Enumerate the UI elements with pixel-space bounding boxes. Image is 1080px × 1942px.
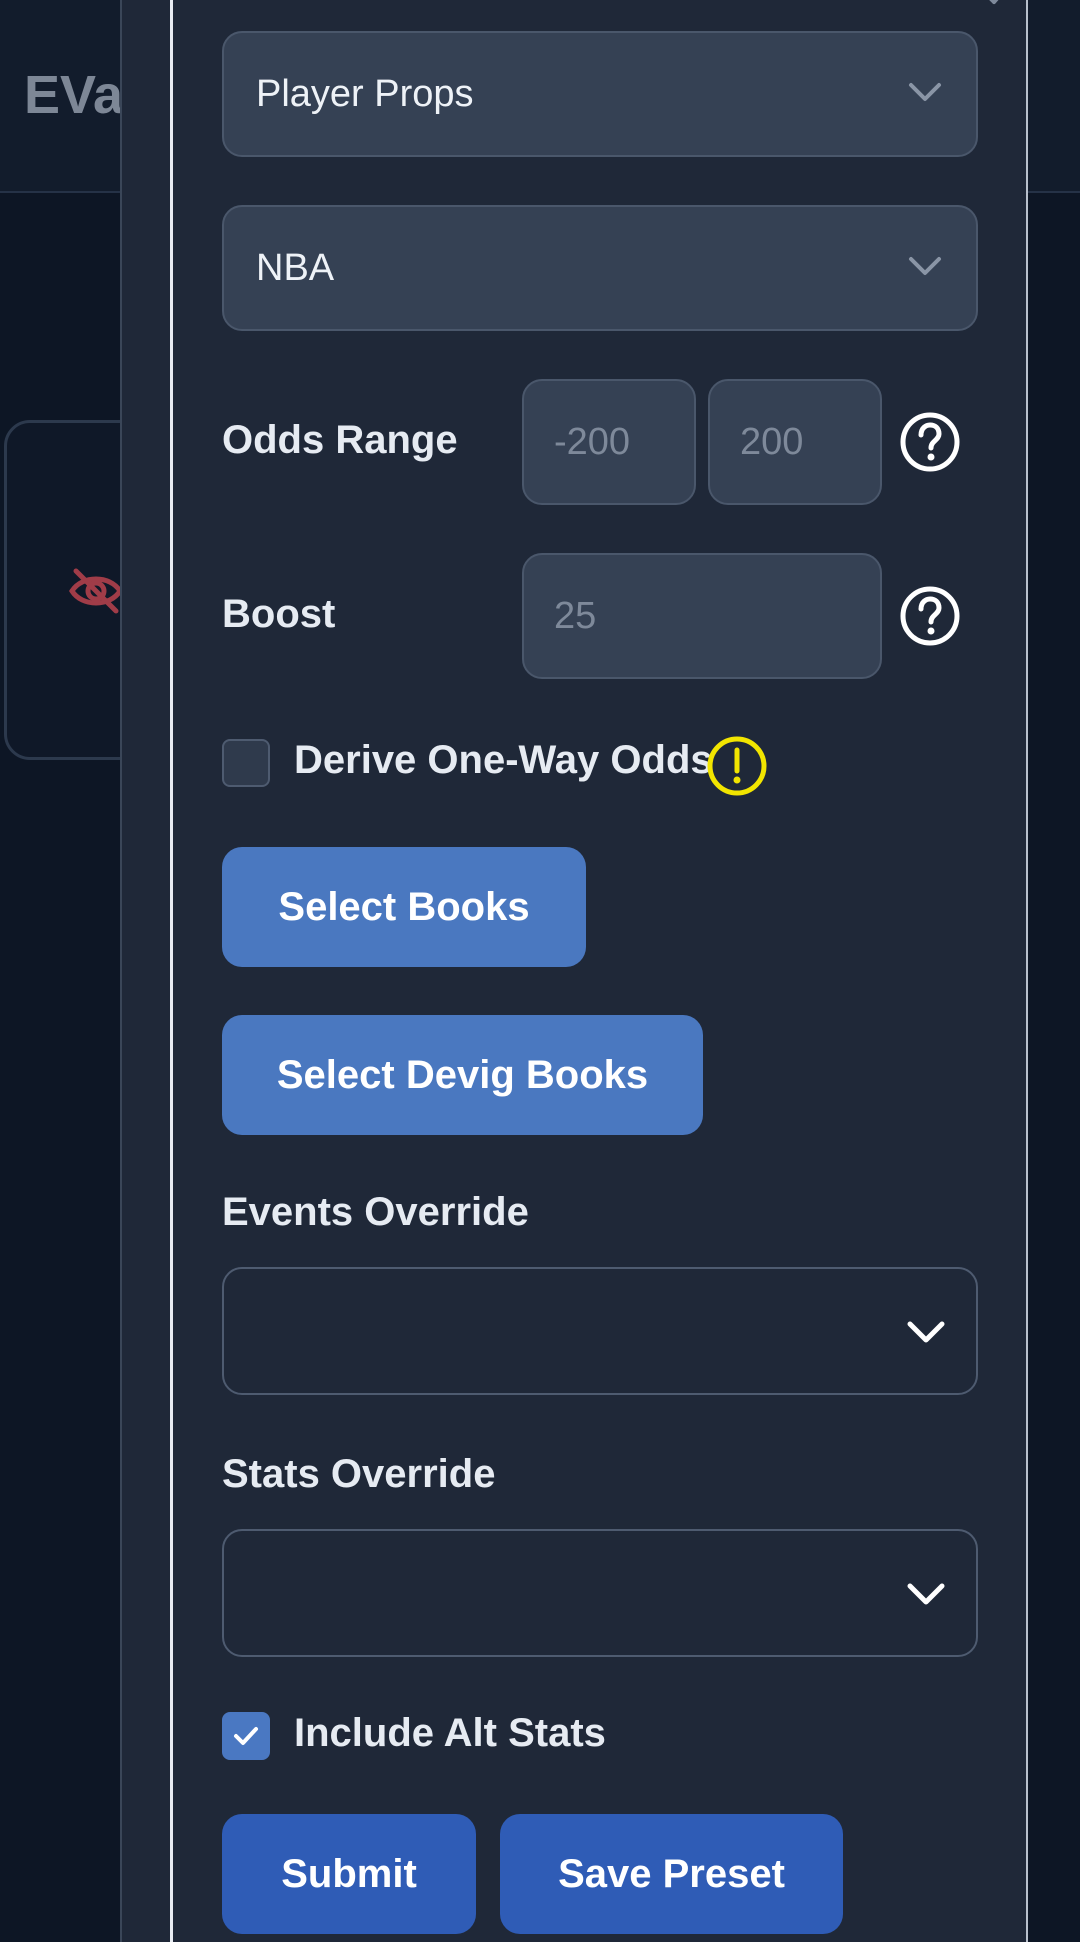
odds-min-placeholder: -200 xyxy=(554,420,631,463)
include-alt-stats-label[interactable]: Include Alt Stats xyxy=(294,1711,606,1756)
chevron-down-icon xyxy=(907,1321,945,1343)
boost-placeholder: 25 xyxy=(554,594,597,637)
submit-button[interactable]: Submit xyxy=(222,1814,476,1934)
chevron-down-icon xyxy=(909,257,941,275)
odds-max-placeholder: 200 xyxy=(740,420,804,463)
screen: EVa Player Props NBA Odds Range -200 200 xyxy=(0,0,1080,1942)
boost-input[interactable]: 25 xyxy=(522,553,882,679)
derive-one-way-label[interactable]: Derive One-Way Odds xyxy=(294,738,713,783)
save-preset-button[interactable]: Save Preset xyxy=(500,1814,843,1934)
stats-override-dropdown[interactable] xyxy=(222,1529,978,1657)
league-select-value: NBA xyxy=(256,246,335,289)
chevron-down-icon xyxy=(907,1583,945,1605)
odds-min-input[interactable]: -200 xyxy=(522,379,696,505)
market-select[interactable]: Player Props xyxy=(222,31,978,157)
include-alt-stats-checkbox[interactable] xyxy=(222,1712,270,1760)
odds-max-input[interactable]: 200 xyxy=(708,379,882,505)
chevron-down-icon xyxy=(909,83,941,101)
odds-range-label: Odds Range xyxy=(222,418,458,462)
eye-slash-icon xyxy=(69,568,123,614)
modal-edge xyxy=(1026,0,1028,1942)
boost-label: Boost xyxy=(222,592,336,636)
stats-override-label: Stats Override xyxy=(222,1452,496,1496)
question-circle-icon[interactable] xyxy=(899,585,961,647)
select-books-button[interactable]: Select Books xyxy=(222,847,586,967)
exclamation-circle-icon[interactable] xyxy=(706,735,768,797)
checkmark-icon xyxy=(234,1727,258,1745)
events-override-label: Events Override xyxy=(222,1190,529,1234)
modal-divider xyxy=(170,0,173,1942)
derive-one-way-checkbox[interactable] xyxy=(222,739,270,787)
question-circle-icon[interactable] xyxy=(899,411,961,473)
app-title: EVa xyxy=(24,65,124,125)
close-icon[interactable] xyxy=(972,0,1014,14)
select-devig-books-button[interactable]: Select Devig Books xyxy=(222,1015,703,1135)
market-select-value: Player Props xyxy=(256,72,474,115)
events-override-dropdown[interactable] xyxy=(222,1267,978,1395)
league-select[interactable]: NBA xyxy=(222,205,978,331)
